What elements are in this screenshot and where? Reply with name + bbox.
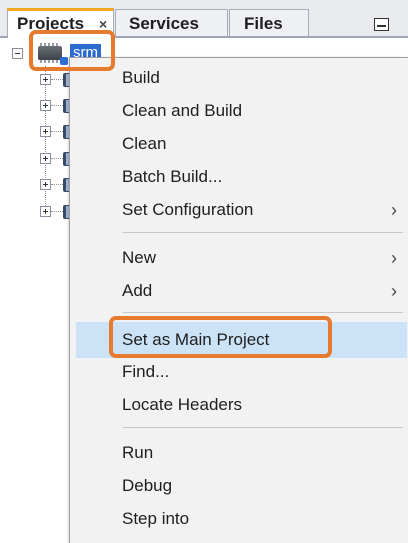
menu-item-label: Clean and Build <box>122 101 243 120</box>
menu-item-add[interactable]: Add › <box>76 275 407 307</box>
menu-item-label: Run <box>122 443 154 462</box>
menu-item-step-into[interactable]: Step into <box>76 503 407 535</box>
menu-item-locate-headers[interactable]: Locate Headers <box>76 389 407 421</box>
project-node-highlight <box>29 30 115 71</box>
context-menu: Build Clean and Build Clean Batch Build.… <box>69 57 408 543</box>
menu-item-label: Batch Build... <box>122 167 223 186</box>
menu-item-build[interactable]: Build <box>76 62 407 94</box>
menu-item-label: Debug <box>122 476 173 495</box>
tab-services[interactable]: Services <box>115 9 228 37</box>
menu-item-label: Clean <box>122 134 167 153</box>
menu-item-batch-build[interactable]: Batch Build... <box>76 161 407 193</box>
menu-item-label: Find... <box>122 362 170 381</box>
chevron-right-icon: › <box>391 248 397 268</box>
tree-guide-line <box>45 66 46 216</box>
menu-item-label: New <box>122 248 157 267</box>
menu-item-new[interactable]: New › <box>76 242 407 274</box>
menu-item-label: Step into <box>122 509 190 528</box>
expand-icon[interactable] <box>40 179 51 190</box>
menu-separator <box>123 312 403 313</box>
menu-item-label: Build <box>122 68 160 87</box>
menu-item-clean-and-build[interactable]: Clean and Build <box>76 95 407 127</box>
expand-icon[interactable] <box>40 126 51 137</box>
menu-item-set-configuration[interactable]: Set Configuration › <box>76 194 407 226</box>
expand-icon[interactable] <box>40 206 51 217</box>
menu-separator <box>123 427 403 428</box>
menu-item-highlight <box>109 316 332 358</box>
menu-item-label: Locate Headers <box>122 395 243 414</box>
menu-separator <box>123 232 403 233</box>
menu-item-run[interactable]: Run <box>76 437 407 469</box>
chevron-right-icon: › <box>391 200 397 220</box>
collapse-icon[interactable] <box>12 48 23 59</box>
tab-services-label: Services <box>129 14 199 33</box>
menu-item-debug[interactable]: Debug <box>76 470 407 502</box>
chevron-right-icon: › <box>391 281 397 301</box>
menu-item-label: Add <box>122 281 153 300</box>
projects-window: Projects × Services Files srm Build Clea… <box>0 0 408 543</box>
menu-item-label: Set Configuration <box>122 200 254 219</box>
minimize-icon[interactable] <box>374 18 389 31</box>
menu-item-clean[interactable]: Clean <box>76 128 407 160</box>
expand-icon[interactable] <box>40 153 51 164</box>
menu-item-find[interactable]: Find... <box>76 356 407 388</box>
tab-files[interactable]: Files <box>229 9 309 37</box>
tab-files-label: Files <box>244 14 283 33</box>
expand-icon[interactable] <box>40 74 51 85</box>
expand-icon[interactable] <box>40 100 51 111</box>
